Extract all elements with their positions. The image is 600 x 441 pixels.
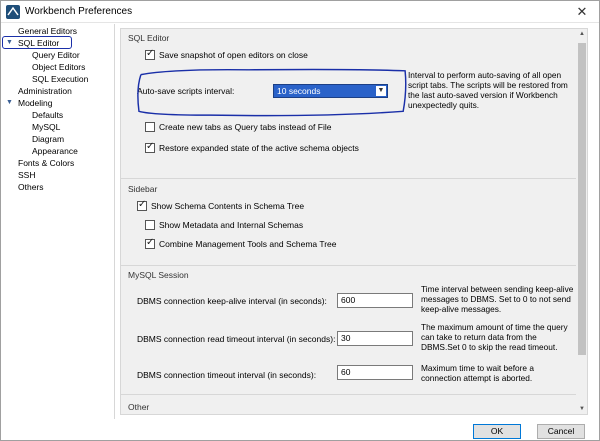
section-title-mysql-session: MySQL Session <box>128 270 189 280</box>
restore-state-checkbox[interactable] <box>145 141 155 153</box>
preferences-tree: General Editors ▼ SQL Editor Query Edito… <box>4 24 112 416</box>
metadata-label: Show Metadata and Internal Schemas <box>159 220 304 230</box>
preferences-window: Workbench Preferences ✕ General Editors … <box>0 0 600 441</box>
tree-item-ssh[interactable]: SSH <box>18 169 35 181</box>
combine-label: Combine Management Tools and Schema Tree <box>159 239 337 249</box>
section-title-other: Other <box>128 402 150 412</box>
settings-panel: SQL Editor Save snapshot of open editors… <box>120 28 588 415</box>
read-timeout-label: DBMS connection read timeout interval (i… <box>137 334 336 344</box>
conn-timeout-help: Maximum time to wait before a connection… <box>421 363 534 383</box>
query-tabs-checkbox[interactable] <box>145 122 155 132</box>
close-icon[interactable]: ✕ <box>573 3 591 21</box>
tree-item-query-editor[interactable]: Query Editor <box>32 49 80 61</box>
scroll-thumb[interactable] <box>578 43 586 355</box>
save-snapshot-checkbox[interactable] <box>145 48 155 60</box>
save-snapshot-label: Save snapshot of open editors on close <box>159 50 308 60</box>
ok-button[interactable]: OK <box>473 424 521 439</box>
tree-item-label: Diagram <box>32 134 65 144</box>
tree-item-label: SQL Execution <box>32 74 89 84</box>
keepalive-label: DBMS connection keep-alive interval (in … <box>137 296 327 306</box>
tree-item-label: Object Editors <box>32 62 86 72</box>
scroll-down-icon[interactable]: ▼ <box>577 404 587 414</box>
section-divider <box>121 265 576 266</box>
read-timeout-input[interactable]: 30 <box>337 331 413 346</box>
scroll-up-icon[interactable]: ▲ <box>577 29 587 39</box>
tree-item-label: Modeling <box>18 98 53 108</box>
tree-item-object-editors[interactable]: Object Editors <box>32 61 85 73</box>
read-timeout-help: The maximum amount of time the query can… <box>421 322 568 352</box>
tree-item-label: Fonts & Colors <box>18 158 75 168</box>
tree-item-fonts-colors[interactable]: Fonts & Colors <box>18 157 74 169</box>
autosave-annotation-outline <box>137 68 407 117</box>
metadata-checkbox[interactable] <box>145 220 155 230</box>
section-title-sql-editor: SQL Editor <box>128 33 170 43</box>
expanded-arrow-icon[interactable]: ▼ <box>6 97 13 109</box>
window-title: Workbench Preferences <box>25 6 133 17</box>
tree-item-defaults[interactable]: Defaults <box>32 109 63 121</box>
combine-checkbox[interactable] <box>145 237 155 249</box>
restore-state-label: Restore expanded state of the active sch… <box>159 143 359 153</box>
tree-item-label: Others <box>18 182 44 192</box>
tree-item-label: SSH <box>18 170 36 180</box>
sql-editor-highlight-annotation <box>2 36 72 49</box>
tree-item-others[interactable]: Others <box>18 181 44 193</box>
section-title-sidebar: Sidebar <box>128 184 158 194</box>
tree-item-label: Defaults <box>32 110 64 120</box>
tree-item-sql-execution[interactable]: SQL Execution <box>32 73 88 85</box>
tree-item-appearance[interactable]: Appearance <box>32 145 78 157</box>
autosave-help: Interval to perform auto-saving of all o… <box>408 70 568 110</box>
tree-item-administration[interactable]: Administration <box>18 85 72 97</box>
panel-divider <box>114 24 115 419</box>
tree-item-label: Appearance <box>32 146 78 156</box>
conn-timeout-input[interactable]: 60 <box>337 365 413 380</box>
conn-timeout-label: DBMS connection timeout interval (in sec… <box>137 370 317 380</box>
tree-item-label: Query Editor <box>32 50 80 60</box>
workbench-icon <box>6 5 20 19</box>
tree-item-label: Administration <box>18 86 72 96</box>
dialog-footer: OK Cancel <box>1 419 599 441</box>
keepalive-input[interactable]: 600 <box>337 293 413 308</box>
section-divider <box>121 178 576 179</box>
tree-item-label: MySQL <box>32 122 61 132</box>
tree-item-diagram[interactable]: Diagram <box>32 133 64 145</box>
settings-scrollbar[interactable]: ▲ ▼ <box>577 29 587 414</box>
schema-contents-label: Show Schema Contents in Schema Tree <box>151 201 305 211</box>
keepalive-help: Time interval between sending keep-alive… <box>421 284 574 314</box>
schema-contents-checkbox[interactable] <box>137 199 147 211</box>
title-bar: Workbench Preferences ✕ <box>1 1 599 23</box>
section-divider <box>121 394 576 395</box>
tree-item-mysql[interactable]: MySQL <box>32 121 60 133</box>
tree-item-label: General Editors <box>18 26 78 36</box>
query-tabs-label: Create new tabs as Query tabs instead of… <box>159 122 332 132</box>
cancel-button[interactable]: Cancel <box>537 424 585 439</box>
